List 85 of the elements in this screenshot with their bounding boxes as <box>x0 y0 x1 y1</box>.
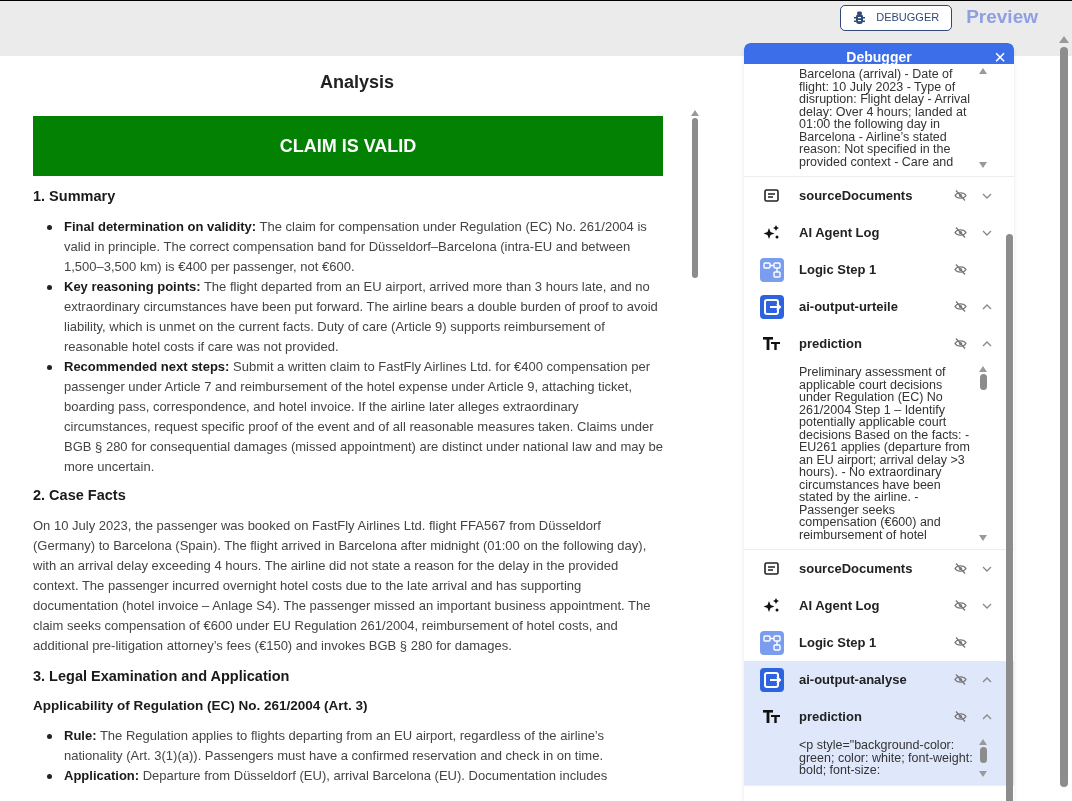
debugger-row[interactable]: sourceDocuments <box>744 177 1014 214</box>
sparkle-icon <box>763 225 780 240</box>
chevron-up-icon[interactable] <box>982 713 992 720</box>
logic-icon <box>759 257 784 282</box>
text-type-icon <box>763 337 780 350</box>
eye-off-icon[interactable] <box>953 674 967 685</box>
row-label: Logic Step 1 <box>799 260 878 279</box>
row-label: AI Agent Log <box>799 596 881 615</box>
chevron-down-icon[interactable] <box>982 602 992 609</box>
paragraph: On 10 July 2023, the passenger was booked on FastFly Airlines Ltd. flight FFA567 from Düsseldorf (Germany) to Barcelona (Spain). The flight arrived in Barcelona after midnight (01:00 on the following day), with an arrival delay exceeding 4 hours. The airline did not state a reason for the delay in the provided context. The passenger incurred overnight hotel costs due to the late arrival and has supporting documentation (hotel invoice – Anlage S4). The passenger missed an important business appointment. The claim seeks compensation of €600 under EU Regulation 261/2004, reimbursement of hotel costs, and additional pre-litigation attorney’s fees (€150) and invokes BGB § 280 for damages. <box>33 516 652 655</box>
logic-icon <box>759 630 784 655</box>
eye-off-icon[interactable] <box>953 227 967 238</box>
row-label: ai-output-analyse <box>799 670 908 689</box>
eye-off-icon[interactable] <box>953 600 967 611</box>
scroll-up-arrow-icon[interactable] <box>979 366 987 372</box>
document-icon <box>764 562 779 575</box>
chevron-down-icon[interactable] <box>982 229 992 236</box>
debugger-row[interactable]: prediction <box>744 698 1014 735</box>
scrollbar-thumb[interactable] <box>1060 47 1068 787</box>
debugger-row[interactable]: ai-output-analyse <box>744 661 1014 698</box>
eye-off-icon[interactable] <box>953 338 967 349</box>
debugger-row[interactable]: AI Agent Log <box>744 587 1014 624</box>
chevron-down-icon[interactable] <box>982 565 992 572</box>
output-text: <p style="background-color: green; color: white; font-weight: bold; font-size: <box>799 739 974 777</box>
bullet-icon <box>47 284 52 290</box>
chevron-down-icon[interactable] <box>982 192 992 199</box>
row-label: Logic Step 1 <box>799 633 878 652</box>
row-label: AI Agent Log <box>799 223 881 242</box>
text-type-icon <box>763 710 780 723</box>
eye-off-icon[interactable] <box>953 563 967 574</box>
list-item-text: Final determination on validity: The claim for compensation under Regulation (EC) No. 261/2004 is valid in principle. The correct compensation band for Düsseldorf–Barcelona (intra-EU and between 1,500–3,500 km) is €400 per passenger, not €600. <box>64 217 648 276</box>
list-item-text: Recommended next steps: Submit a written claim to FastFly Airlines Ltd. for €400 compensation per passenger under Article 7 and reimbursement of the hotel expense under Article 9, attaching ticket, boarding pass, correspondence, and hotel invoice. If the airline later alleges extraordinary circumstances, request specific proof of the event and of all reasonable measures taken. Claims under BGB § 280 for consequential damages (missed appointment) are distinct under national law and may be more uncertain. <box>64 357 665 476</box>
scrollbar-thumb[interactable] <box>1006 234 1013 801</box>
scroll-down-arrow-icon[interactable] <box>979 770 987 777</box>
scroll-up-arrow-icon[interactable] <box>1059 36 1069 43</box>
claim-banner: CLAIM IS VALID <box>33 116 663 176</box>
scrollbar-thumb[interactable] <box>979 747 987 763</box>
bullet-icon <box>47 773 52 779</box>
export-icon <box>759 294 784 319</box>
scroll-down-arrow-icon[interactable] <box>979 162 987 168</box>
chevron-up-icon[interactable] <box>982 303 992 310</box>
debugger-row[interactable]: ai-output-urteile <box>744 288 1014 325</box>
section-heading: 1. Summary <box>33 187 117 206</box>
document-icon <box>764 189 779 202</box>
chevron-up-icon[interactable] <box>982 676 992 683</box>
row-label: prediction <box>799 707 863 726</box>
scrollbar-thumb[interactable] <box>692 118 698 278</box>
row-label: ai-output-urteile <box>799 297 899 316</box>
debugger-row[interactable]: sourceDocuments <box>744 550 1014 587</box>
eye-off-icon[interactable] <box>953 637 967 648</box>
bullet-icon <box>47 224 52 230</box>
bullet-icon <box>47 364 52 370</box>
list-item-text: Application: Departure from Düsseldorf (EU), arrival Barcelona (EU). Documentation includes <box>64 766 608 785</box>
output-text: Preliminary assessment of applicable court decisions under Regulation (EC) No 261/2004 Step 1 – Identify potentially applicable court decisions Based on the facts: - EU261 applies (departure from an EU airport; arrival delay >3 hours). - No extraordinary circumstances have been stated by the airline. - Passenger seeks compensation (€600) and reimbursement of hotel <box>799 366 971 541</box>
list-item-text: Key reasoning points: The flight departed from an EU airport, arrived more than 3 hours late, and no extraordinary circumstances have been put forward. The airline bears a double burden of proof to avoid liability, which is unmet on the current facts. Duty of care (Article 9) supports reimbursement of reasonable hotel costs if care was not provided. <box>64 277 659 356</box>
bullet-icon <box>47 733 52 739</box>
scroll-down-arrow-icon[interactable] <box>979 535 987 541</box>
section-heading: 3. Legal Examination and Application <box>33 666 291 686</box>
list-item-text: Rule: The Regulation applies to flights departing from an EU airport, regardless of the airline’s nationality (Art. 3(1)(a)). Passengers must have a confirmed reservation and check in on time. <box>64 726 606 765</box>
row-label: sourceDocuments <box>799 559 914 578</box>
eye-off-icon[interactable] <box>953 711 967 722</box>
close-button[interactable]: × <box>994 46 1006 68</box>
debugger-button[interactable]: DEBUGGER <box>840 4 953 31</box>
debugger-row[interactable]: prediction <box>744 325 1014 362</box>
scroll-up-arrow-icon[interactable] <box>691 110 699 116</box>
chevron-up-icon[interactable] <box>982 340 992 347</box>
debugger-title: Debugger <box>846 48 912 67</box>
bug-icon <box>853 10 867 25</box>
subsection-heading: Applicability of Regulation (EC) No. 261/2004 (Art. 3) <box>33 697 369 716</box>
eye-off-icon[interactable] <box>953 301 967 312</box>
row-label: sourceDocuments <box>799 186 914 205</box>
section-heading: 2. Case Facts <box>33 485 127 505</box>
row-label: prediction <box>799 334 863 353</box>
sparkle-icon <box>763 598 780 613</box>
analysis-title: Analysis <box>318 71 395 94</box>
output-text: Barcelona (arrival) - Date of flight: 10 July 2023 - Type of disruption: Flight delay - Arrival delay: Over 4 hours; landed at 01:00 the following day in Barcelona - Airline’s stated reason: Not specified in the provided context - Care and <box>799 68 971 168</box>
debugger-row[interactable]: Logic Step 1 <box>744 624 1014 661</box>
eye-off-icon[interactable] <box>953 264 967 275</box>
scroll-up-arrow-icon[interactable] <box>979 739 987 745</box>
scroll-up-arrow-icon[interactable] <box>979 68 987 74</box>
scrollbar-thumb[interactable] <box>979 374 987 390</box>
debugger-row[interactable]: AI Agent Log <box>744 214 1014 251</box>
eye-off-icon[interactable] <box>953 190 967 201</box>
export-icon <box>759 667 784 692</box>
debugger-row[interactable]: Logic Step 1 <box>744 251 1014 288</box>
